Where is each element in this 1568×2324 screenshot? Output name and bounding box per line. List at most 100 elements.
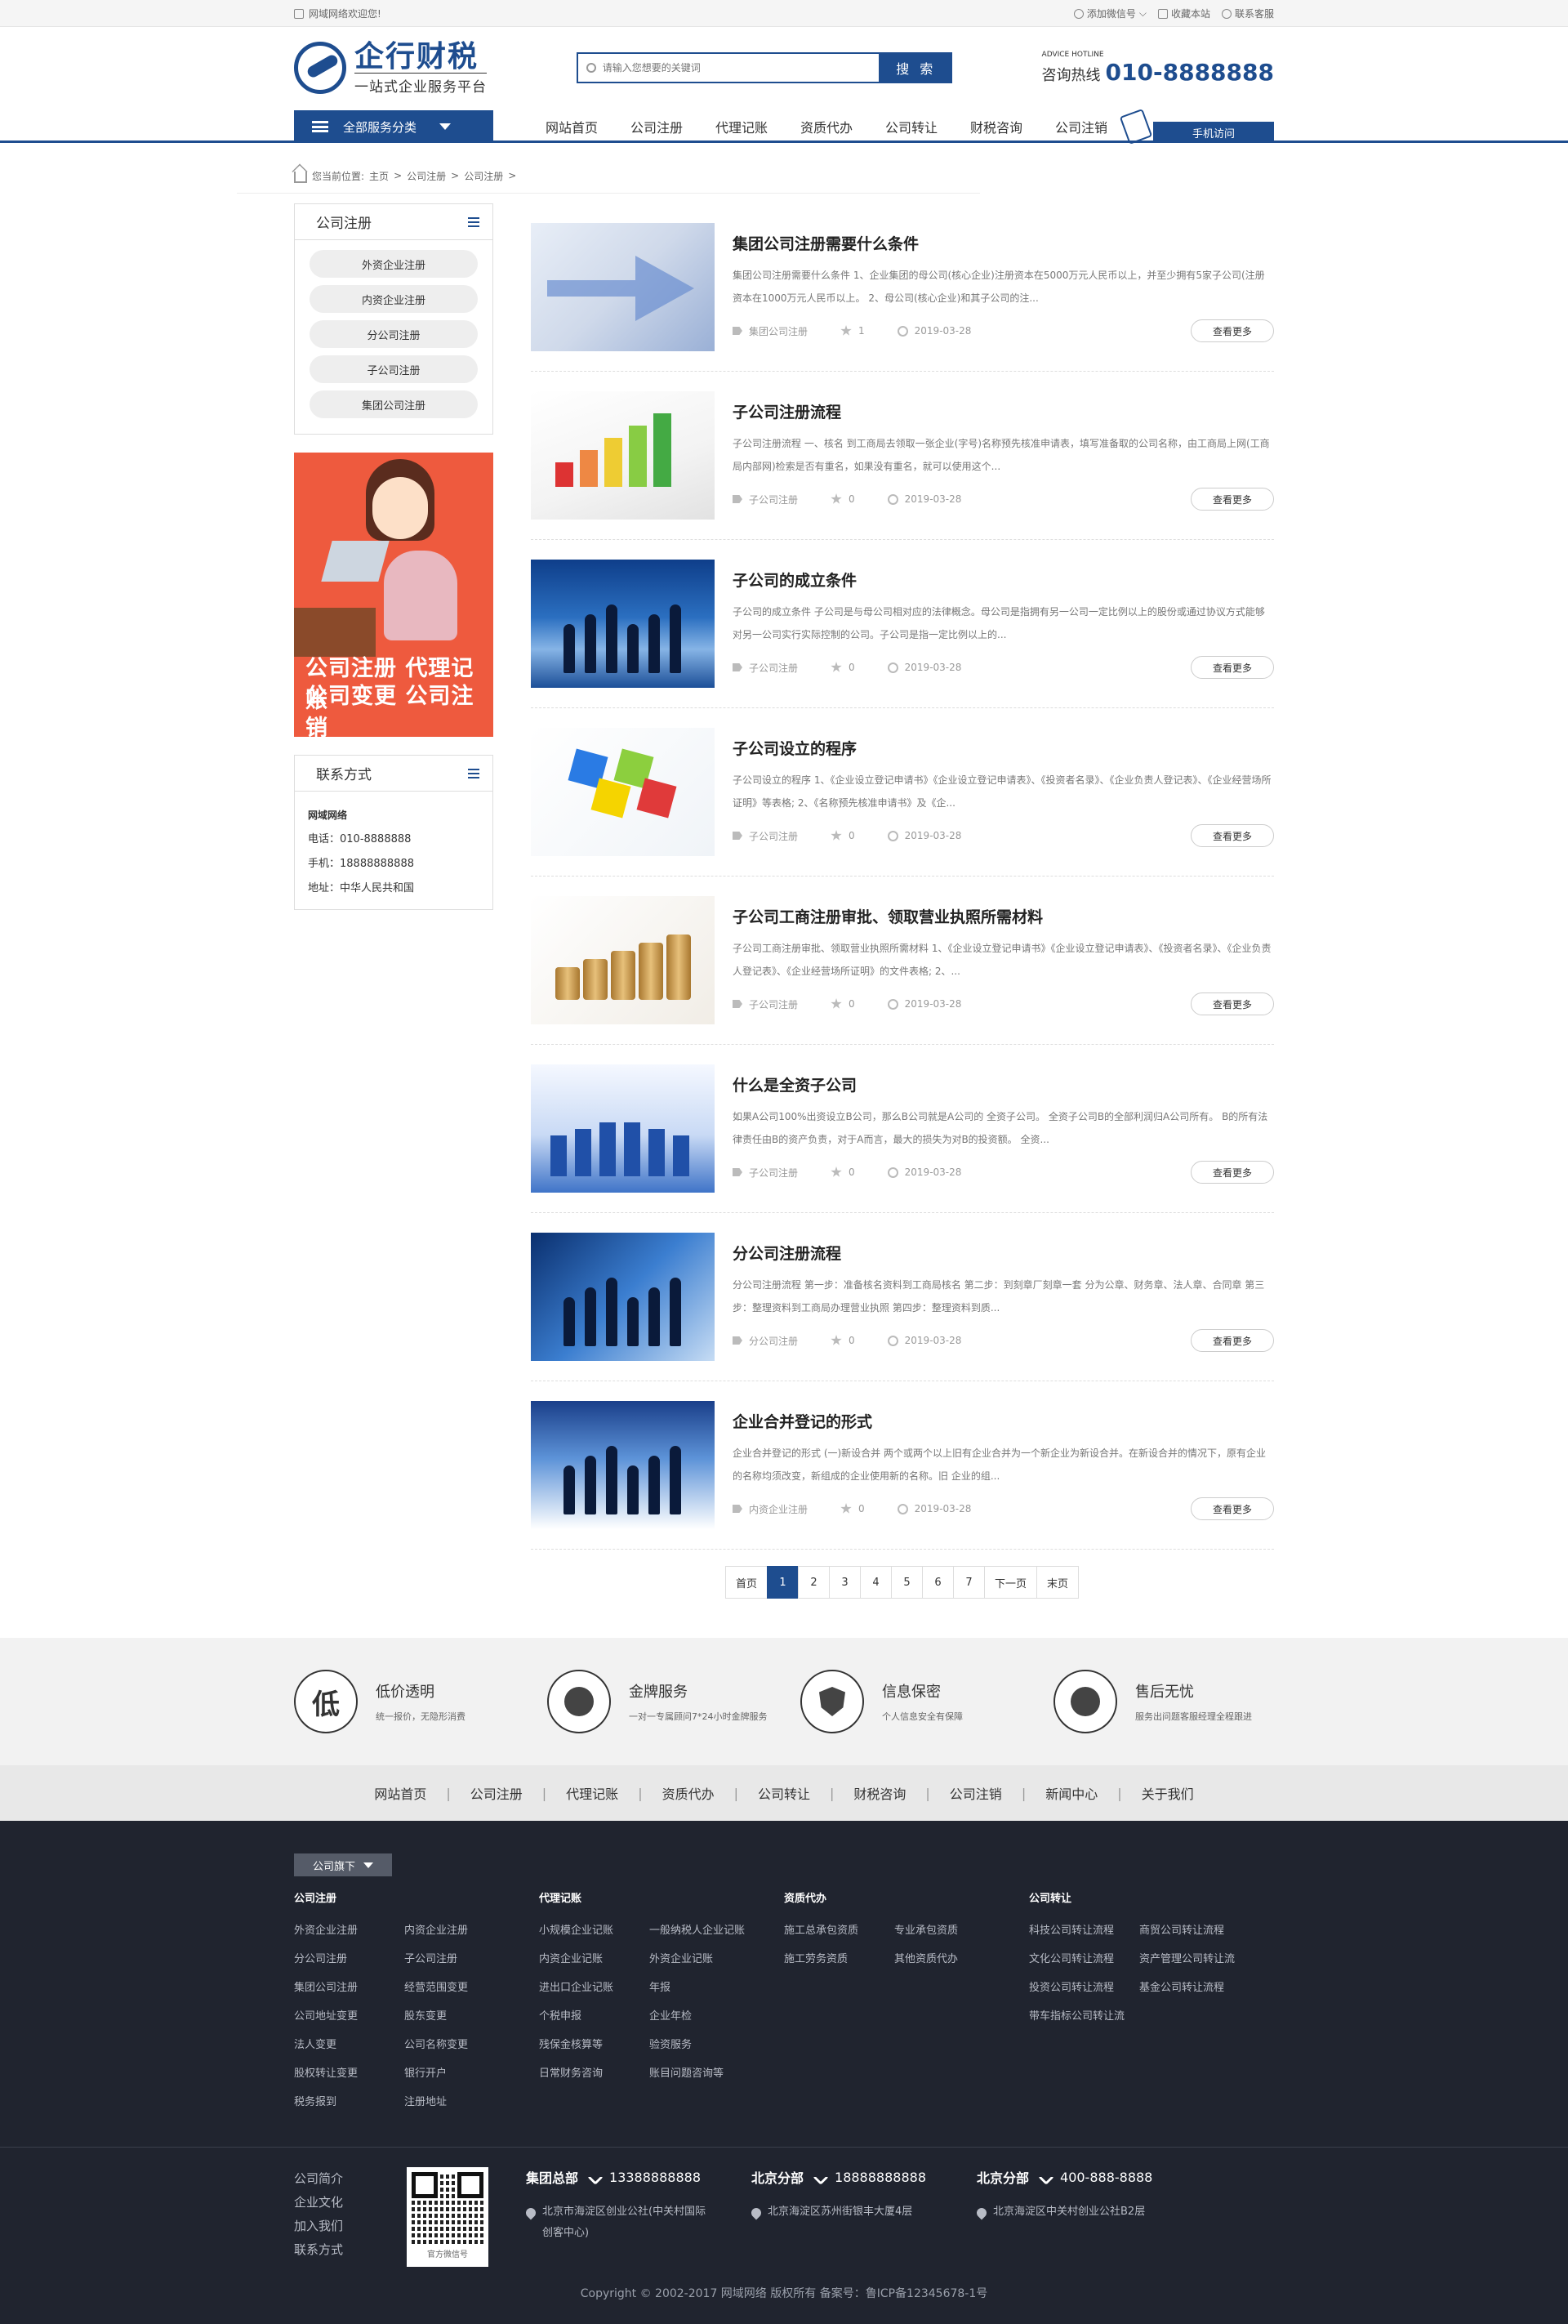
nav-company-register[interactable]: 公司注册 xyxy=(614,117,699,136)
sidebar-item-branch[interactable]: 分公司注册 xyxy=(310,320,478,348)
footer-column-link[interactable]: 验资服务 xyxy=(649,2031,772,2059)
article-title[interactable]: 子公司工商注册审批、领取营业执照所需材料 xyxy=(733,905,1274,927)
footer-column-link[interactable]: 进出口企业记账 xyxy=(539,1974,649,2002)
mobile-access-button[interactable]: 手机访问 xyxy=(1153,122,1274,143)
view-more-button[interactable]: 查看更多 xyxy=(1191,1161,1274,1184)
footer-column-link[interactable]: 账目问题咨询等 xyxy=(649,2059,772,2088)
footer-column-link[interactable]: 残保金核算等 xyxy=(539,2031,649,2059)
footer-column-link[interactable]: 带车指标公司转让流 xyxy=(1029,2002,1139,2031)
breadcrumb-home[interactable]: 主页 xyxy=(369,169,389,183)
footer-link-join[interactable]: 加入我们 xyxy=(294,2215,407,2238)
footer-nav-link[interactable]: 代理记账 xyxy=(566,1783,618,1803)
article-thumbnail[interactable] xyxy=(531,1064,715,1193)
article-title[interactable]: 企业合并登记的形式 xyxy=(733,1410,1274,1432)
article-title[interactable]: 子公司注册流程 xyxy=(733,400,1274,422)
footer-nav-link[interactable]: 关于我们 xyxy=(1142,1783,1194,1803)
logo[interactable]: 企行财税 一站式企业服务平台 xyxy=(294,40,487,96)
mobile-access[interactable]: 手机访问 xyxy=(1119,108,1274,145)
article-title[interactable]: 子公司的成立条件 xyxy=(733,569,1274,591)
footer-column-link[interactable]: 其他资质代办 xyxy=(894,1945,1017,1974)
footer-column-link[interactable]: 外资企业注册 xyxy=(294,1916,404,1945)
footer-column-link[interactable]: 银行开户 xyxy=(404,2059,527,2088)
article-category[interactable]: 子公司注册 xyxy=(733,997,798,1011)
footer-column-link[interactable]: 科技公司转让流程 xyxy=(1029,1916,1139,1945)
footer-column-link[interactable]: 年报 xyxy=(649,1974,772,2002)
view-more-button[interactable]: 查看更多 xyxy=(1191,656,1274,679)
footer-column-link[interactable]: 公司地址变更 xyxy=(294,2002,404,2031)
all-categories-button[interactable]: 全部服务分类 xyxy=(294,110,493,143)
article-title[interactable]: 什么是全资子公司 xyxy=(733,1073,1274,1095)
article-thumbnail[interactable] xyxy=(531,223,715,351)
footer-column-link[interactable]: 文化公司转让流程 xyxy=(1029,1945,1139,1974)
page-button[interactable]: 首页 xyxy=(724,1566,768,1599)
article-category[interactable]: 集团公司注册 xyxy=(733,324,808,338)
footer-column-link[interactable]: 小规模企业记账 xyxy=(539,1916,649,1945)
footer-column-link[interactable]: 经营范围变更 xyxy=(404,1974,527,2002)
footer-link-culture[interactable]: 企业文化 xyxy=(294,2191,407,2215)
article-title[interactable]: 分公司注册流程 xyxy=(733,1242,1274,1264)
article-thumbnail[interactable] xyxy=(531,728,715,856)
breadcrumb-level1[interactable]: 公司注册 xyxy=(407,169,446,183)
page-button[interactable]: 5 xyxy=(890,1566,923,1599)
page-button[interactable]: 3 xyxy=(828,1566,861,1599)
nav-company-cancel[interactable]: 公司注销 xyxy=(1039,117,1124,136)
page-button[interactable]: 末页 xyxy=(1036,1566,1080,1599)
footer-column-link[interactable]: 税务报到 xyxy=(294,2088,404,2117)
article-thumbnail[interactable] xyxy=(531,391,715,520)
footer-column-link[interactable]: 一般纳税人企业记账 xyxy=(649,1916,772,1945)
article-thumbnail[interactable] xyxy=(531,1233,715,1361)
footer-column-link[interactable]: 内资企业记账 xyxy=(539,1945,649,1974)
footer-column-link[interactable]: 分公司注册 xyxy=(294,1945,404,1974)
footer-column-link[interactable]: 股东变更 xyxy=(404,2002,527,2031)
article-thumbnail[interactable] xyxy=(531,560,715,688)
footer-column-link[interactable]: 法人变更 xyxy=(294,2031,404,2059)
footer-nav-link[interactable]: 新闻中心 xyxy=(1045,1783,1098,1803)
footer-column-link[interactable]: 子公司注册 xyxy=(404,1945,527,1974)
footer-nav-link[interactable]: 公司转让 xyxy=(758,1783,810,1803)
footer-column-link[interactable]: 日常财务咨询 xyxy=(539,2059,649,2088)
footer-column-link[interactable]: 商贸公司转让流程 xyxy=(1139,1916,1262,1945)
sidebar-item-foreign[interactable]: 外资企业注册 xyxy=(310,250,478,278)
wechat-link[interactable]: 添加微信号 ⌵ xyxy=(1073,7,1147,20)
sidebar-item-group[interactable]: 集团公司注册 xyxy=(310,390,478,418)
article-title[interactable]: 集团公司注册需要什么条件 xyxy=(733,232,1274,254)
footer-tab[interactable]: 公司旗下 xyxy=(294,1853,392,1876)
sidebar-item-subsidiary[interactable]: 子公司注册 xyxy=(310,355,478,383)
article-thumbnail[interactable] xyxy=(531,896,715,1024)
footer-column-link[interactable]: 施工劳务资质 xyxy=(784,1945,894,1974)
article-category[interactable]: 内资企业注册 xyxy=(733,1502,808,1516)
nav-company-transfer[interactable]: 公司转让 xyxy=(869,117,954,136)
footer-nav-link[interactable]: 公司注册 xyxy=(470,1783,523,1803)
article-category[interactable]: 子公司注册 xyxy=(733,661,798,675)
footer-column-link[interactable]: 个税申报 xyxy=(539,2002,649,2031)
view-more-button[interactable]: 查看更多 xyxy=(1191,1329,1274,1352)
article-title[interactable]: 子公司设立的程序 xyxy=(733,737,1274,759)
footer-nav-link[interactable]: 资质代办 xyxy=(662,1783,715,1803)
nav-bookkeeping[interactable]: 代理记账 xyxy=(699,117,784,136)
footer-column-link[interactable]: 内资企业注册 xyxy=(404,1916,527,1945)
footer-nav-link[interactable]: 网站首页 xyxy=(374,1783,426,1803)
favorite-link[interactable]: 收藏本站 xyxy=(1157,7,1210,20)
nav-tax-consulting[interactable]: 财税咨询 xyxy=(954,117,1039,136)
view-more-button[interactable]: 查看更多 xyxy=(1191,824,1274,847)
page-button[interactable]: 1 xyxy=(766,1566,799,1599)
promo-banner[interactable]: 公司注册 代理记账 公司变更 公司注销 xyxy=(294,453,493,737)
page-button[interactable]: 下一页 xyxy=(983,1566,1037,1599)
view-more-button[interactable]: 查看更多 xyxy=(1191,1497,1274,1520)
view-more-button[interactable]: 查看更多 xyxy=(1191,488,1274,511)
footer-column-link[interactable]: 资产管理公司转让流 xyxy=(1139,1945,1262,1974)
footer-column-link[interactable]: 施工总承包资质 xyxy=(784,1916,894,1945)
page-button[interactable]: 2 xyxy=(797,1566,830,1599)
footer-link-about[interactable]: 公司简介 xyxy=(294,2167,407,2191)
article-category[interactable]: 子公司注册 xyxy=(733,1166,798,1180)
footer-column-link[interactable]: 公司名称变更 xyxy=(404,2031,527,2059)
page-button[interactable]: 4 xyxy=(859,1566,892,1599)
article-category[interactable]: 分公司注册 xyxy=(733,1334,798,1348)
footer-nav-link[interactable]: 财税咨询 xyxy=(853,1783,906,1803)
sidebar-item-domestic[interactable]: 内资企业注册 xyxy=(310,285,478,313)
article-category[interactable]: 子公司注册 xyxy=(733,493,798,506)
search-button[interactable]: 搜 索 xyxy=(880,52,952,83)
footer-column-link[interactable]: 基金公司转让流程 xyxy=(1139,1974,1262,2002)
footer-column-link[interactable]: 股权转让变更 xyxy=(294,2059,404,2088)
footer-column-link[interactable]: 企业年检 xyxy=(649,2002,772,2031)
